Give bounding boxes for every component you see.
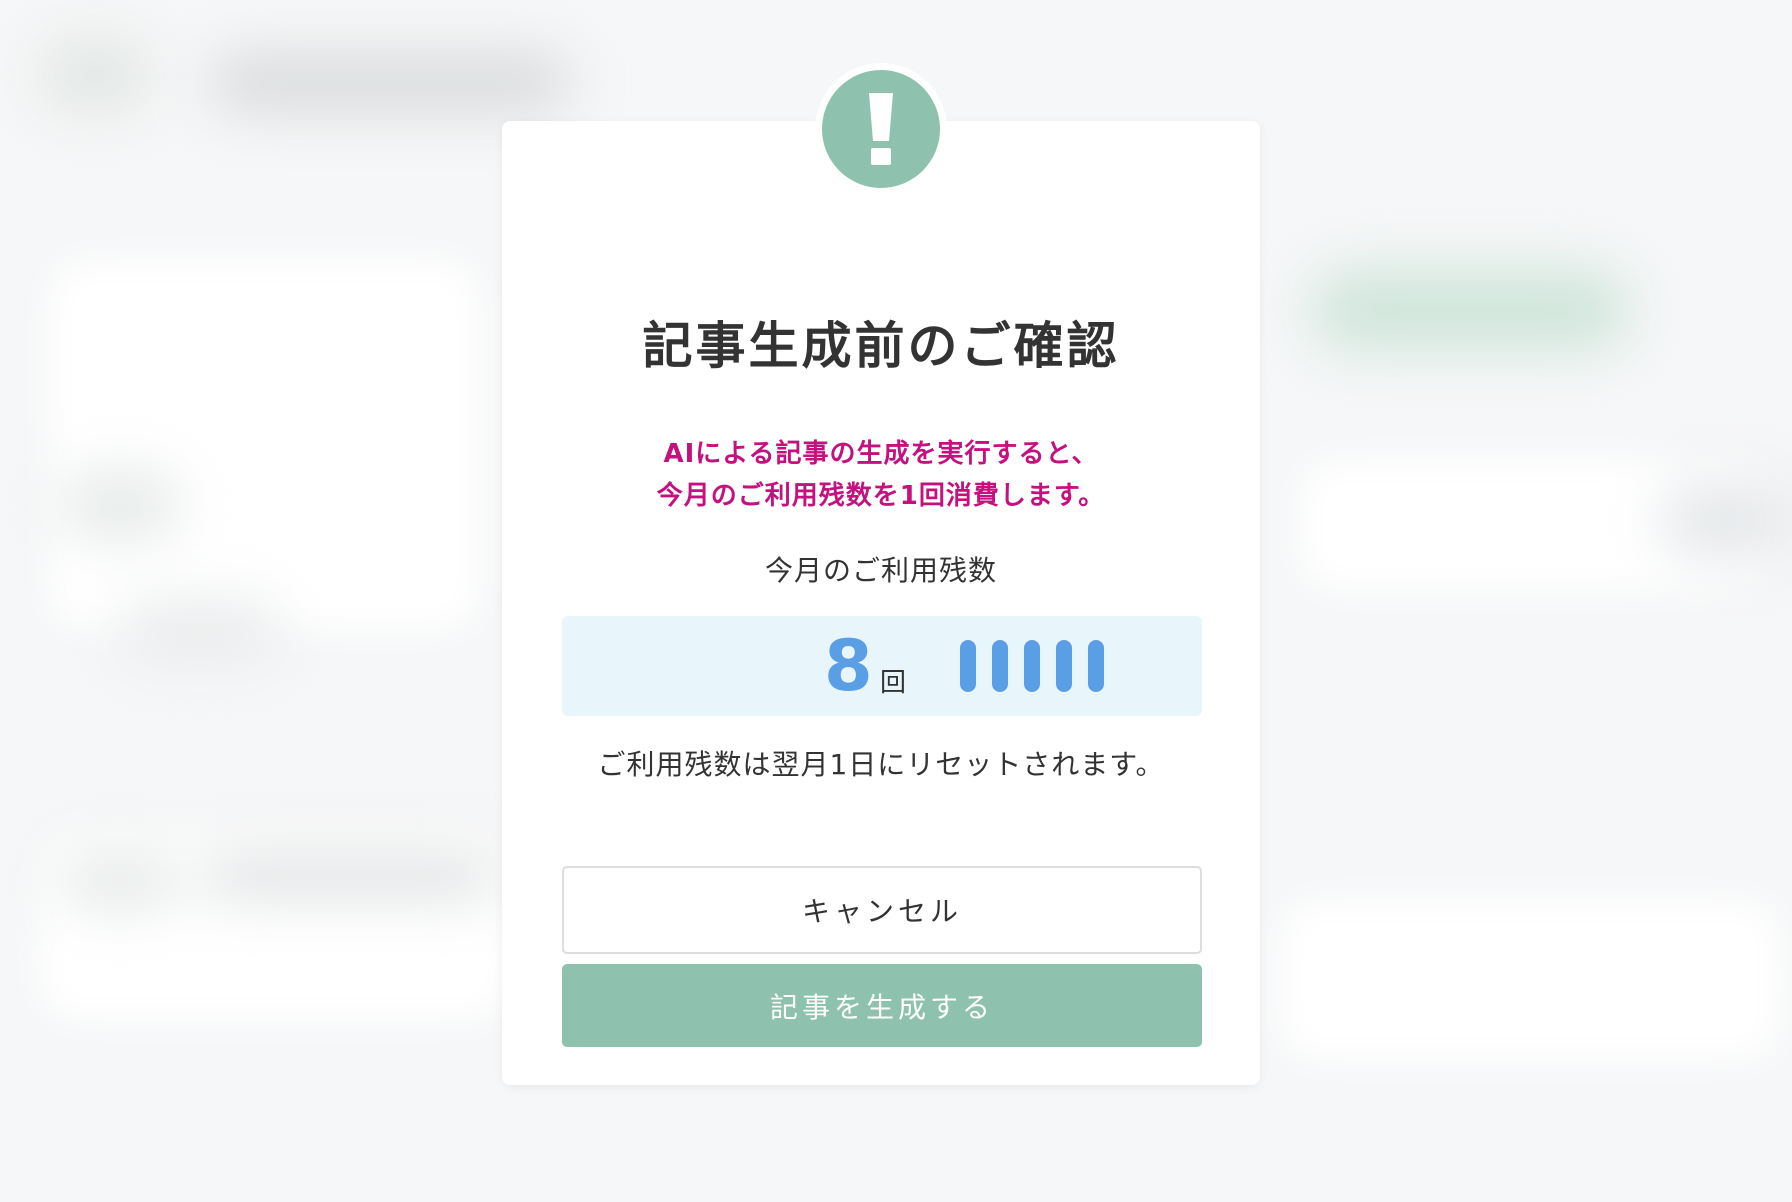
remaining-bar (960, 640, 976, 692)
confirm-dialog: 記事生成前のご確認 AIによる記事の生成を実行すると、 今月のご利用残数を1回消… (502, 63, 1260, 1085)
remaining-bar (1088, 640, 1104, 692)
remaining-bars (960, 640, 1104, 692)
alert-badge (815, 63, 947, 195)
remaining-bar (1056, 640, 1072, 692)
reset-note: ご利用残数は翌月1日にリセットされます。 (597, 748, 1165, 781)
remaining-label: 今月のご利用残数 (764, 554, 997, 587)
usage-warning: AIによる記事の生成を実行すると、 今月のご利用残数を1回消費します。 (502, 433, 1260, 517)
cancel-button[interactable]: キャンセル (562, 866, 1202, 954)
generate-article-button[interactable]: 記事を生成する (562, 964, 1202, 1047)
remaining-bar (992, 640, 1008, 692)
usage-warning-line1: AIによる記事の生成を実行すると、 (663, 439, 1099, 469)
usage-warning-line2: 今月のご利用残数を1回消費します。 (656, 481, 1106, 511)
remaining-counter: 8 回 (562, 616, 1202, 716)
exclamation-icon (822, 70, 940, 188)
remaining-bar (1024, 640, 1040, 692)
dialog-title: 記事生成前のご確認 (642, 317, 1120, 375)
remaining-count: 8 (824, 625, 873, 707)
remaining-unit: 回 (880, 668, 907, 698)
